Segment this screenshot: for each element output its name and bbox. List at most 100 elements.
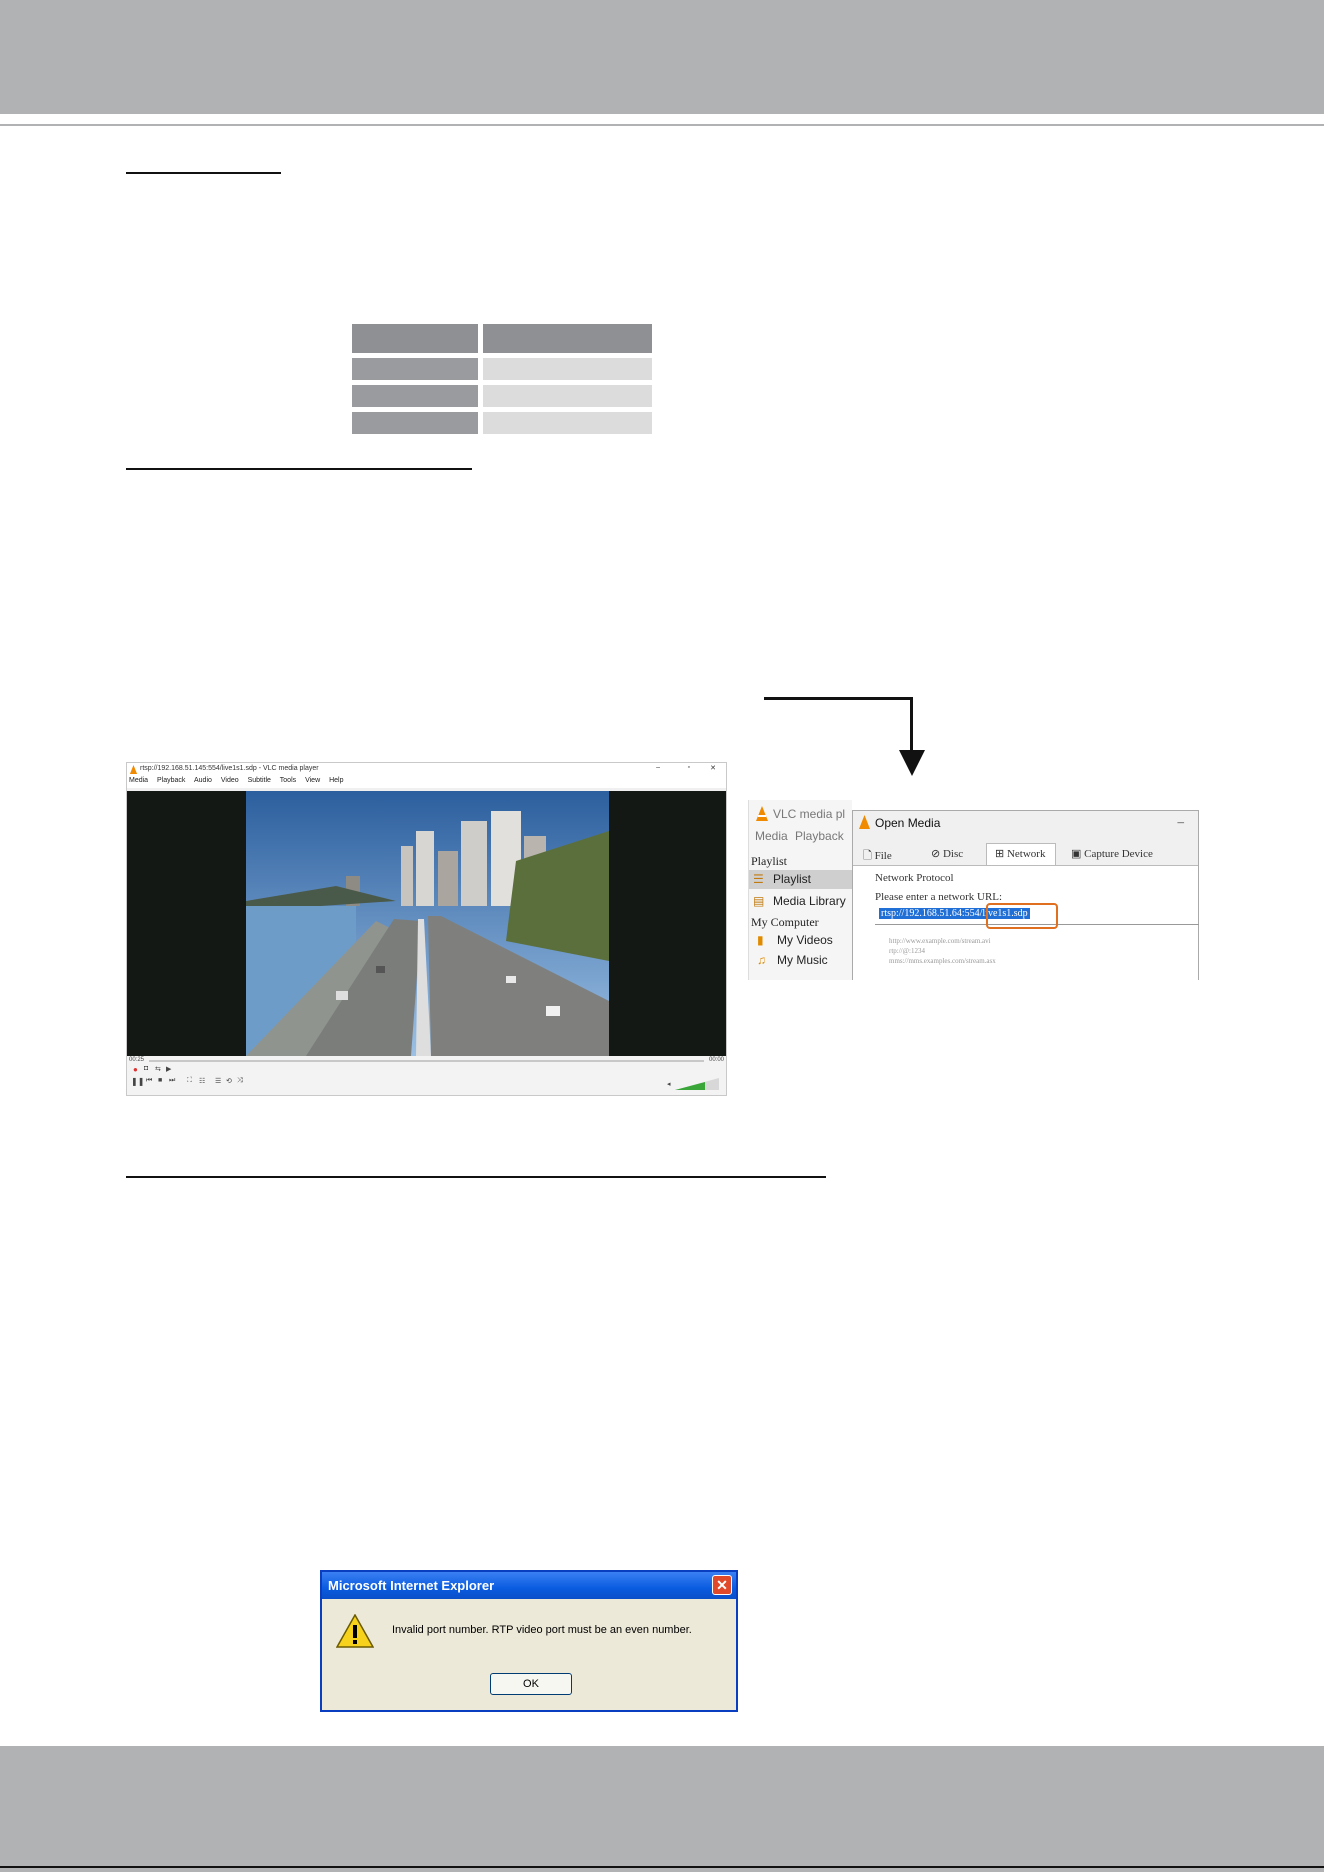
vlc-title-bar: rtsp://192.168.51.145:554/live1s1.sdp - … bbox=[127, 763, 726, 777]
menu-view[interactable]: View bbox=[305, 777, 320, 784]
arrow-down-icon bbox=[899, 750, 925, 776]
url-examples: http://www.example.com/stream.avi rtp://… bbox=[889, 936, 996, 966]
table-header-cell bbox=[483, 324, 652, 353]
record-icon[interactable]: ● bbox=[133, 1065, 138, 1074]
tab-label: Capture Device bbox=[1084, 848, 1153, 860]
disc-icon: ⊘ bbox=[931, 848, 941, 860]
menu-playback[interactable]: Playback bbox=[795, 829, 844, 843]
network-panel: Network Protocol Please enter a network … bbox=[853, 865, 1199, 980]
error-message: Invalid port number. RTP video port must… bbox=[392, 1624, 692, 1636]
table-header-cell bbox=[352, 324, 478, 353]
tab-disc[interactable]: ⊘ Disc bbox=[931, 847, 991, 867]
example-url: http://www.example.com/stream.avi bbox=[889, 937, 991, 945]
frame-step-icon[interactable]: ▶ bbox=[166, 1065, 171, 1073]
close-button[interactable]: ✕ bbox=[712, 1575, 732, 1595]
total-time: 00:00 bbox=[708, 1057, 724, 1063]
speaker-icon[interactable]: ◂ bbox=[667, 1080, 671, 1088]
menu-media[interactable]: Media bbox=[755, 829, 788, 843]
tab-network[interactable]: ⊞ Network bbox=[986, 843, 1056, 865]
media-library-icon: ▤ bbox=[753, 894, 765, 908]
sidebar-item-playlist[interactable]: ☰ Playlist bbox=[749, 870, 852, 889]
seek-bar[interactable] bbox=[149, 1060, 704, 1062]
menu-media[interactable]: Media bbox=[129, 777, 148, 784]
header-rule bbox=[0, 124, 1324, 126]
table-cell bbox=[483, 385, 652, 407]
sidebar-item-label: Playlist bbox=[773, 872, 812, 886]
vlc-video-area[interactable] bbox=[127, 791, 726, 1056]
header-band bbox=[0, 0, 1324, 114]
example-url: mms://mms.examples.com/stream.asx bbox=[889, 957, 996, 965]
menu-video[interactable]: Video bbox=[221, 777, 239, 784]
table-cell bbox=[352, 412, 478, 434]
info-table bbox=[352, 324, 652, 436]
vlc-cone-icon bbox=[129, 765, 138, 774]
ok-button[interactable]: OK bbox=[490, 1673, 572, 1695]
network-protocol-label: Network Protocol bbox=[875, 872, 954, 884]
menu-subtitle[interactable]: Subtitle bbox=[248, 777, 271, 784]
menu-audio[interactable]: Audio bbox=[194, 777, 212, 784]
pause-icon[interactable]: ❚❚ bbox=[131, 1077, 144, 1086]
volume-slider[interactable] bbox=[675, 1078, 719, 1090]
example-url: rtp://@:1234 bbox=[889, 947, 926, 955]
sidebar-item-my-music[interactable]: ♫ My Music bbox=[749, 951, 852, 970]
dialog-title: Open Media bbox=[875, 816, 941, 830]
loop-icon[interactable]: ⟲ bbox=[226, 1077, 232, 1085]
tab-label: Disc bbox=[942, 848, 964, 860]
vlc-cone-icon bbox=[859, 815, 870, 829]
vlc-app-title: VLC media pl bbox=[773, 807, 846, 821]
elapsed-time: 00:25 bbox=[129, 1057, 145, 1063]
highlight-box bbox=[986, 903, 1058, 929]
music-note-icon: ♫ bbox=[757, 953, 766, 967]
connector-line-horizontal bbox=[764, 697, 913, 700]
playlist-icon: ☰ bbox=[753, 872, 764, 886]
footer-band bbox=[0, 1746, 1324, 1872]
heading-underline-2 bbox=[126, 468, 472, 470]
fullscreen-icon[interactable]: ⛶ bbox=[187, 1077, 192, 1085]
connector-line-vertical bbox=[910, 697, 913, 753]
file-icon: 🗋 bbox=[863, 850, 872, 862]
table-cell bbox=[352, 385, 478, 407]
capture-device-icon: ▣ bbox=[1071, 848, 1082, 860]
next-icon[interactable]: ⏭ bbox=[169, 1077, 175, 1085]
tab-label: File bbox=[874, 850, 892, 862]
table-cell bbox=[352, 358, 478, 380]
table-cell bbox=[483, 358, 652, 380]
maximize-button[interactable]: ▫ bbox=[688, 764, 690, 771]
tab-file[interactable]: 🗋 File bbox=[863, 847, 923, 867]
tab-label: Network bbox=[1006, 848, 1046, 860]
table-cell bbox=[483, 412, 652, 434]
stop-icon[interactable]: ■ bbox=[158, 1077, 162, 1084]
playlist-icon[interactable]: ☰ bbox=[215, 1077, 221, 1085]
vlc-sidebar: VLC media pl Media Playback Playlist ☰ P… bbox=[749, 800, 852, 980]
vlc-player-window: rtsp://192.168.51.145:554/live1s1.sdp - … bbox=[126, 762, 727, 1096]
warning-icon bbox=[336, 1614, 374, 1648]
vlc-open-media-crop: VLC media pl Media Playback Playlist ☰ P… bbox=[748, 800, 1199, 980]
heading-underline-3 bbox=[126, 1176, 826, 1178]
footer-rule bbox=[0, 1866, 1324, 1868]
vlc-window-title: rtsp://192.168.51.145:554/live1s1.sdp - … bbox=[140, 765, 319, 772]
sidebar-item-label: My Music bbox=[777, 953, 828, 967]
sidebar-item-label: Media Library bbox=[773, 894, 846, 908]
network-icon: ⊞ bbox=[995, 848, 1005, 860]
tab-capture-device[interactable]: ▣ Capture Device bbox=[1071, 847, 1199, 867]
snapshot-icon[interactable]: ◘ bbox=[144, 1065, 148, 1072]
previous-icon[interactable]: ⏮ bbox=[146, 1077, 152, 1085]
vlc-controls: 00:25 00:00 ● ◘ ⇆ ▶ ❚❚ ⏮ ■ ⏭ ⛶ ☷ ☰ ⟲ ⤨ ◂ bbox=[127, 1056, 726, 1095]
loop-ab-icon[interactable]: ⇆ bbox=[155, 1065, 161, 1073]
minimize-button[interactable]: – bbox=[1178, 814, 1185, 830]
menu-help[interactable]: Help bbox=[329, 777, 343, 784]
menu-tools[interactable]: Tools bbox=[280, 777, 296, 784]
shuffle-icon[interactable]: ⤨ bbox=[237, 1077, 243, 1085]
close-button[interactable]: ✕ bbox=[710, 764, 716, 772]
open-media-dialog: Open Media – 🗋 File ⊘ Disc ⊞ Network ▣ C… bbox=[852, 810, 1199, 980]
sidebar-item-label: My Videos bbox=[777, 933, 833, 947]
dialog-title-bar: Microsoft Internet Explorer ✕ bbox=[322, 1572, 736, 1599]
my-computer-label: My Computer bbox=[751, 915, 819, 929]
extended-settings-icon[interactable]: ☷ bbox=[199, 1077, 205, 1085]
minimize-button[interactable]: – bbox=[656, 764, 660, 771]
sidebar-item-my-videos[interactable]: ▮ My Videos bbox=[749, 931, 852, 950]
video-frame-image bbox=[246, 791, 609, 1056]
film-icon: ▮ bbox=[757, 933, 764, 947]
sidebar-item-media-library[interactable]: ▤ Media Library bbox=[749, 892, 852, 911]
menu-playback[interactable]: Playback bbox=[157, 777, 185, 784]
